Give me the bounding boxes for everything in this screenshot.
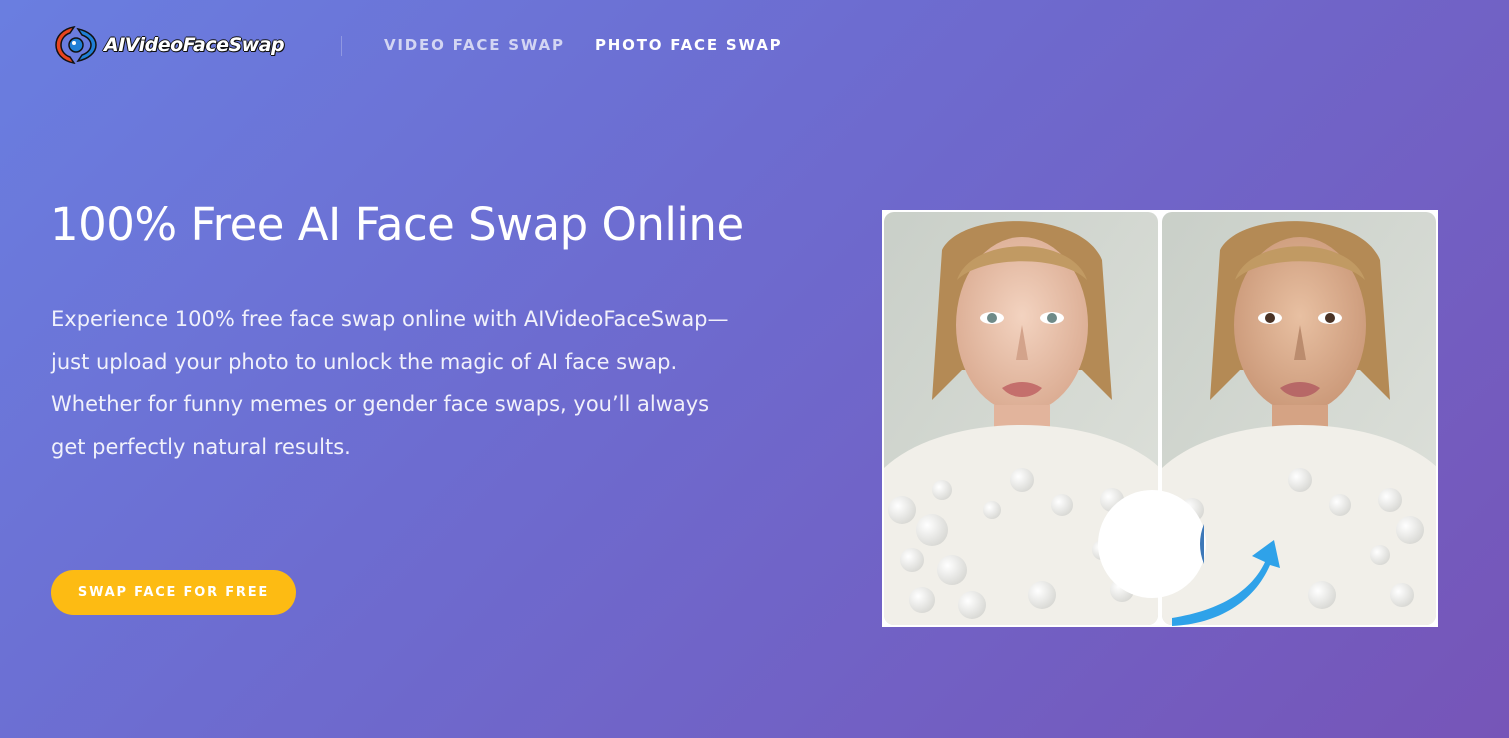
site-logo[interactable]: AIVideoFaceSwap <box>52 22 285 68</box>
logo-text: AIVideoFaceSwap <box>104 34 285 56</box>
face-swap-preview-image <box>882 210 1438 627</box>
site-header: AIVideoFaceSwap VIDEO FACE SWAP PHOTO FA… <box>0 0 1509 90</box>
nav-video-face-swap[interactable]: VIDEO FACE SWAP <box>384 36 565 54</box>
swap-face-button[interactable]: SWAP FACE FOR FREE <box>51 570 296 615</box>
hero-title: 100% Free AI Face Swap Online <box>50 198 744 251</box>
hero-description: Experience 100% free face swap online wi… <box>51 307 729 459</box>
nav-photo-face-swap[interactable]: PHOTO FACE SWAP <box>595 36 782 54</box>
source-face-thumbnail <box>1098 490 1206 598</box>
nav-divider <box>341 36 342 56</box>
logo-icon <box>52 23 102 67</box>
